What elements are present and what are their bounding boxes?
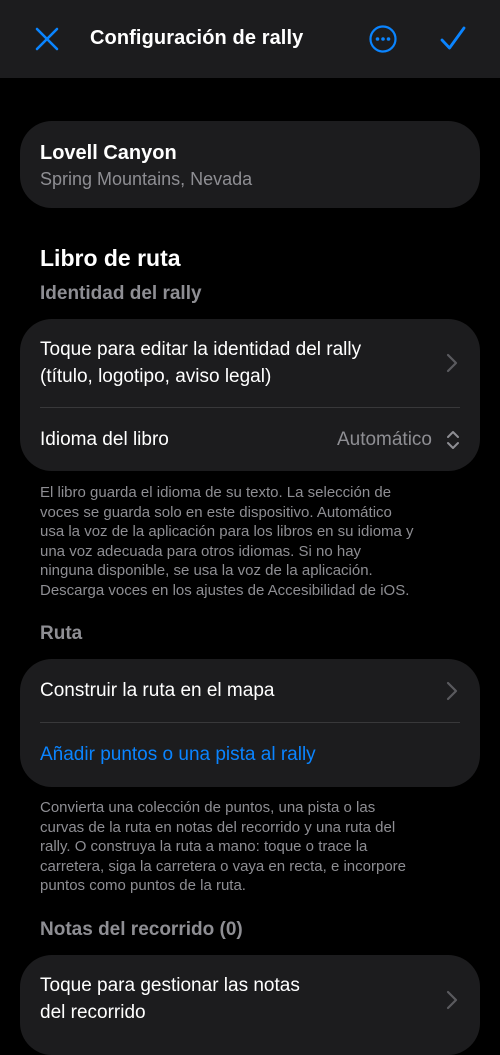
build-route-label: Construir la ruta en el mapa [40,680,275,701]
language-note-line: ninguna disponible, se usa la voz de la … [40,562,373,579]
manage-notes-row[interactable]: Toque para gestionar las notas del recor… [20,955,480,1055]
edit-identity-line2: (título, logotipo, aviso legal) [40,366,272,387]
manage-notes-line1: Toque para gestionar las notas [40,975,300,996]
language-note-line: usa la voz de la aplicación para los lib… [40,523,414,540]
route-card: Construir la ruta en el mapa Añadir punt… [20,659,480,787]
ellipsis-circle-icon[interactable] [368,24,398,54]
identity-card: Toque para editar la identidad del rally… [20,319,480,471]
build-route-row[interactable]: Construir la ruta en el mapa [20,659,480,722]
location-name: Lovell Canyon [40,142,177,164]
route-header: Ruta [40,623,83,644]
close-icon[interactable] [33,25,61,53]
language-note-line: voces se guarda solo en este dispositivo… [40,503,392,521]
location-card: Lovell Canyon Spring Mountains, Nevada [20,121,480,208]
language-note-line: Descarga voces en los ajustes de Accesib… [40,581,410,599]
checkmark-icon[interactable] [438,24,468,54]
chevron-right-icon [446,353,458,373]
route-note: Convierta una colección de puntos, una p… [40,798,465,896]
book-language-label: Idioma del libro [40,429,169,450]
route-notes-header: Notas del recorrido (0) [40,919,243,940]
edit-identity-row[interactable]: Toque para editar la identidad del rally… [20,319,480,407]
route-note-line: carretera, siga la carretera o vaya en r… [40,857,407,875]
chevron-up-down-icon [447,431,459,449]
book-language-value[interactable]: Automático [337,426,432,453]
route-note-line: Convierta una colección de puntos, una p… [40,799,376,816]
edit-identity-line1: Toque para editar la identidad del rally [40,339,362,360]
chevron-right-icon [446,990,458,1010]
navigation-bar: Configuración de rally [0,0,500,78]
book-language-row[interactable]: Idioma del libro Automático [20,408,480,471]
roadbook-title: Libro de ruta [40,245,181,271]
route-note-line: curvas de la ruta en notas del recorrido… [40,818,396,836]
route-note-line: puntos como puntos de la ruta. [40,877,246,894]
chevron-right-icon [446,681,458,701]
language-note-line: una voz adecuada para otros idiomas. Si … [40,542,362,560]
add-points-row[interactable]: Añadir puntos o una pista al rally [20,723,480,787]
language-note-line: El libro guarda el idioma de su texto. L… [40,484,392,501]
route-notes-card: Toque para gestionar las notas del recor… [20,955,480,1055]
add-points-link[interactable]: Añadir puntos o una pista al rally [40,741,316,768]
page-title: Configuración de rally [90,27,304,49]
identity-header: Identidad del rally [40,283,202,304]
manage-notes-label: Toque para gestionar las notas del recor… [40,972,300,1026]
language-note: El libro guarda el idioma de su texto. L… [40,483,465,600]
edit-identity-label: Toque para editar la identidad del rally… [40,336,361,390]
location-region: Spring Mountains, Nevada [40,169,253,189]
route-note-line: rally. O construya la ruta a mano: toque… [40,838,368,855]
manage-notes-line2: del recorrido [40,1002,146,1023]
